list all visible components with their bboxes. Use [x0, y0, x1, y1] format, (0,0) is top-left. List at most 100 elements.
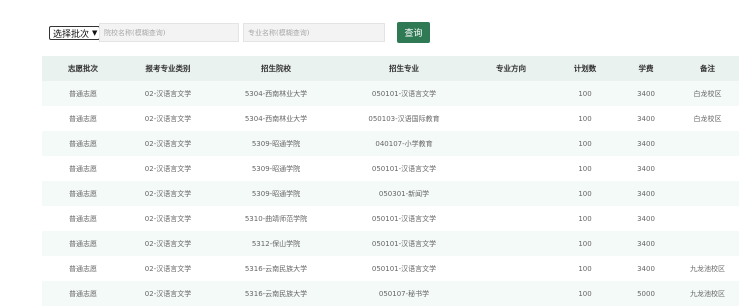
- cell-plan: 100: [554, 81, 616, 106]
- cell-school: 5309-昭通学院: [212, 181, 340, 206]
- cell-remark: [676, 231, 739, 256]
- cell-tuition: 3400: [616, 81, 676, 106]
- cell-remark: 九龙池校区: [676, 281, 739, 306]
- cell-plan: 100: [554, 106, 616, 131]
- table-row: 普通志愿 02-汉语言文学 5309-昭通学院 050101-汉语言文学 100…: [42, 156, 739, 181]
- cell-plan: 100: [554, 231, 616, 256]
- cell-category: 02-汉语言文学: [124, 181, 212, 206]
- cell-major: 050101-汉语言文学: [340, 81, 468, 106]
- cell-plan: 100: [554, 206, 616, 231]
- cell-category: 02-汉语言文学: [124, 256, 212, 281]
- cell-remark: 九龙池校区: [676, 256, 739, 281]
- cell-remark: [676, 181, 739, 206]
- cell-direction: [468, 281, 554, 306]
- cell-school: 5310-曲靖师范学院: [212, 206, 340, 231]
- cell-batch: 普通志愿: [42, 81, 124, 106]
- cell-batch: 普通志愿: [42, 206, 124, 231]
- results-table: 志愿批次 报考专业类别 招生院校 招生专业 专业方向 计划数 学费 备注 普通志…: [42, 56, 739, 306]
- cell-major: 050103-汉语国际教育: [340, 106, 468, 131]
- cell-batch: 普通志愿: [42, 106, 124, 131]
- query-button[interactable]: 查询: [397, 22, 430, 43]
- table-row: 普通志愿 02-汉语言文学 5310-曲靖师范学院 050101-汉语言文学 1…: [42, 206, 739, 231]
- cell-direction: [468, 81, 554, 106]
- table-header: 志愿批次 报考专业类别 招生院校 招生专业 专业方向 计划数 学费 备注: [42, 56, 739, 81]
- cell-tuition: 3400: [616, 131, 676, 156]
- query-button-label: 查询: [404, 29, 423, 39]
- cell-school: 5312-保山学院: [212, 231, 340, 256]
- cell-major: 050301-新闻学: [340, 181, 468, 206]
- school-name-input[interactable]: 院校名称(模糊查询): [99, 23, 239, 42]
- batch-select-label: 选择批次: [53, 29, 90, 40]
- cell-remark: 白龙校区: [676, 81, 739, 106]
- filter-toolbar: 选择批次 ▼ 院校名称(模糊查询) 专业名称(模糊查询) 查询: [49, 22, 430, 44]
- cell-plan: 100: [554, 181, 616, 206]
- table-row: 普通志愿 02-汉语言文学 5316-云南民族大学 050107-秘书学 100…: [42, 281, 739, 306]
- cell-school: 5304-西南林业大学: [212, 106, 340, 131]
- cell-direction: [468, 231, 554, 256]
- header-remark: 备注: [676, 56, 739, 81]
- chevron-down-icon: ▼: [92, 29, 98, 37]
- cell-major: 050101-汉语言文学: [340, 156, 468, 181]
- header-row: 志愿批次 报考专业类别 招生院校 招生专业 专业方向 计划数 学费 备注: [42, 56, 739, 81]
- cell-category: 02-汉语言文学: [124, 206, 212, 231]
- batch-select[interactable]: 选择批次 ▼: [49, 26, 101, 40]
- cell-major: 050101-汉语言文学: [340, 206, 468, 231]
- cell-plan: 100: [554, 281, 616, 306]
- cell-plan: 100: [554, 156, 616, 181]
- cell-tuition: 3400: [616, 181, 676, 206]
- table-row: 普通志愿 02-汉语言文学 5309-昭通学院 050301-新闻学 100 3…: [42, 181, 739, 206]
- table-row: 普通志愿 02-汉语言文学 5312-保山学院 050101-汉语言文学 100…: [42, 231, 739, 256]
- cell-school: 5309-昭通学院: [212, 131, 340, 156]
- cell-major: 050101-汉语言文学: [340, 256, 468, 281]
- cell-major: 040107-小学教育: [340, 131, 468, 156]
- table-row: 普通志愿 02-汉语言文学 5316-云南民族大学 050101-汉语言文学 1…: [42, 256, 739, 281]
- cell-direction: [468, 256, 554, 281]
- cell-direction: [468, 206, 554, 231]
- cell-remark: [676, 206, 739, 231]
- cell-tuition: 3400: [616, 256, 676, 281]
- header-direction: 专业方向: [468, 56, 554, 81]
- major-name-input[interactable]: 专业名称(模糊查询): [243, 23, 385, 42]
- cell-direction: [468, 106, 554, 131]
- cell-plan: 100: [554, 256, 616, 281]
- cell-batch: 普通志愿: [42, 181, 124, 206]
- table-row: 普通志愿 02-汉语言文学 5309-昭通学院 040107-小学教育 100 …: [42, 131, 739, 156]
- cell-batch: 普通志愿: [42, 156, 124, 181]
- cell-remark: [676, 156, 739, 181]
- cell-category: 02-汉语言文学: [124, 281, 212, 306]
- cell-category: 02-汉语言文学: [124, 156, 212, 181]
- cell-category: 02-汉语言文学: [124, 131, 212, 156]
- cell-direction: [468, 181, 554, 206]
- cell-school: 5316-云南民族大学: [212, 281, 340, 306]
- cell-tuition: 3400: [616, 106, 676, 131]
- header-school: 招生院校: [212, 56, 340, 81]
- table-body: 普通志愿 02-汉语言文学 5304-西南林业大学 050101-汉语言文学 1…: [42, 81, 739, 306]
- cell-plan: 100: [554, 131, 616, 156]
- cell-tuition: 3400: [616, 156, 676, 181]
- cell-school: 5309-昭通学院: [212, 156, 340, 181]
- cell-category: 02-汉语言文学: [124, 106, 212, 131]
- header-tuition: 学费: [616, 56, 676, 81]
- cell-school: 5304-西南林业大学: [212, 81, 340, 106]
- cell-tuition: 5000: [616, 281, 676, 306]
- cell-batch: 普通志愿: [42, 256, 124, 281]
- table-row: 普通志愿 02-汉语言文学 5304-西南林业大学 050103-汉语国际教育 …: [42, 106, 739, 131]
- cell-batch: 普通志愿: [42, 281, 124, 306]
- cell-tuition: 3400: [616, 206, 676, 231]
- cell-batch: 普通志愿: [42, 131, 124, 156]
- major-name-placeholder: 专业名称(模糊查询): [248, 28, 310, 37]
- header-category: 报考专业类别: [124, 56, 212, 81]
- cell-direction: [468, 156, 554, 181]
- header-plan: 计划数: [554, 56, 616, 81]
- cell-school: 5316-云南民族大学: [212, 256, 340, 281]
- cell-batch: 普通志愿: [42, 231, 124, 256]
- cell-direction: [468, 131, 554, 156]
- cell-remark: [676, 131, 739, 156]
- cell-major: 050107-秘书学: [340, 281, 468, 306]
- cell-category: 02-汉语言文学: [124, 231, 212, 256]
- header-major: 招生专业: [340, 56, 468, 81]
- cell-category: 02-汉语言文学: [124, 81, 212, 106]
- header-batch: 志愿批次: [42, 56, 124, 81]
- cell-major: 050101-汉语言文学: [340, 231, 468, 256]
- table-row: 普通志愿 02-汉语言文学 5304-西南林业大学 050101-汉语言文学 1…: [42, 81, 739, 106]
